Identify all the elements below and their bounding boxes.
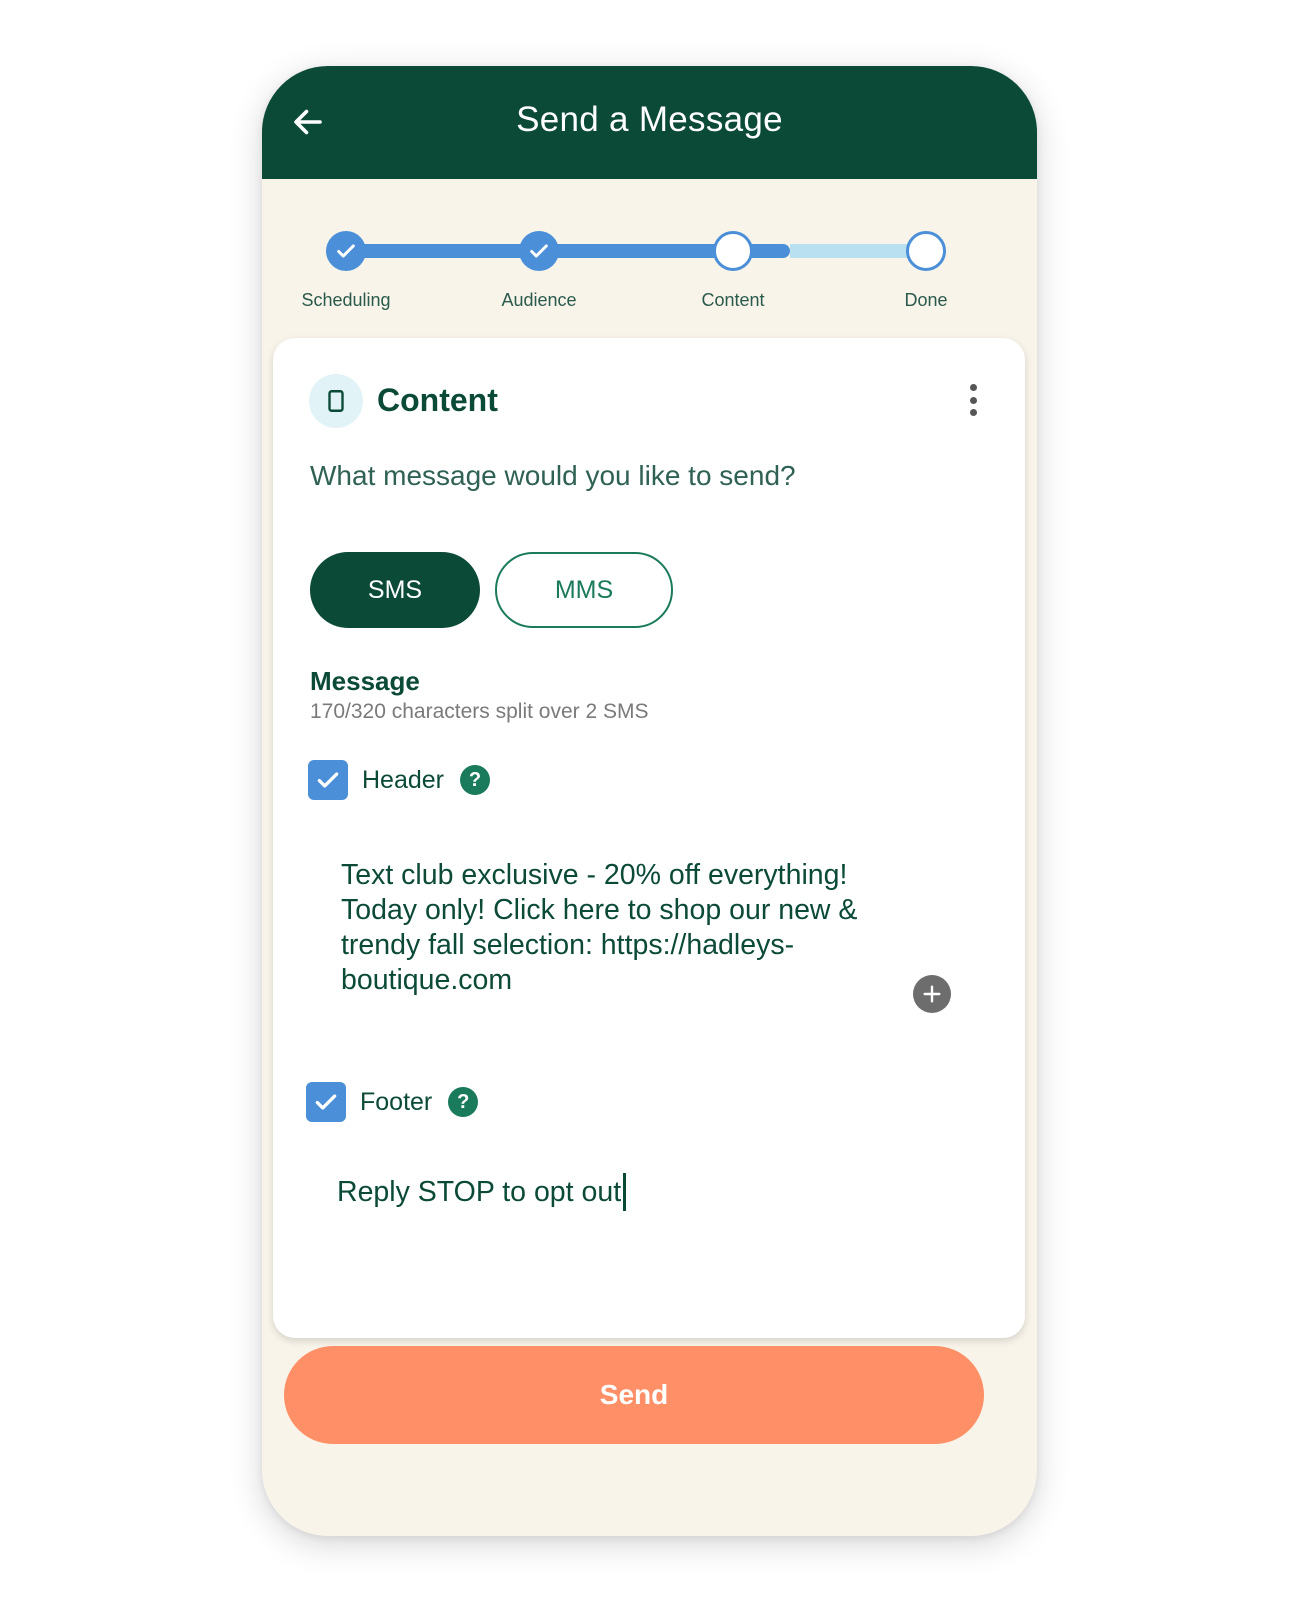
- footer-text-value: Reply STOP to opt out: [337, 1175, 622, 1208]
- header-help-icon[interactable]: ?: [460, 765, 490, 795]
- content-card: Content What message would you like to s…: [273, 338, 1025, 1338]
- sms-toggle-button[interactable]: SMS: [310, 552, 480, 628]
- footer-checkbox[interactable]: [306, 1082, 346, 1122]
- phone-frame: Send a Message Scheduling Audience Conte…: [262, 66, 1037, 1536]
- footer-text-input[interactable]: Reply STOP to opt out: [337, 1173, 627, 1211]
- text-caret: [623, 1173, 627, 1211]
- app-bar: Send a Message: [262, 66, 1037, 179]
- header-label: Header: [362, 765, 444, 794]
- check-icon: [530, 244, 548, 258]
- more-vertical-icon[interactable]: [961, 378, 985, 422]
- message-label: Message: [310, 666, 420, 696]
- card-icon-badge: [309, 374, 363, 428]
- header-row: Header ?: [308, 760, 490, 800]
- footer-help-icon[interactable]: ?: [448, 1087, 479, 1117]
- step-audience-node[interactable]: [519, 231, 559, 271]
- check-icon: [317, 772, 339, 788]
- message-question: What message would you like to send?: [310, 460, 796, 491]
- plus-circle-icon[interactable]: [913, 975, 951, 1013]
- footer-row: Footer ?: [306, 1082, 479, 1122]
- step-scheduling-node[interactable]: [326, 231, 366, 271]
- check-icon: [337, 244, 355, 258]
- step-label-audience: Audience: [501, 290, 577, 310]
- step-content-node[interactable]: [713, 231, 753, 271]
- footer-label: Footer: [360, 1087, 433, 1116]
- send-button[interactable]: Send: [284, 1346, 984, 1444]
- step-label-scheduling: Scheduling: [301, 290, 391, 310]
- step-label-content: Content: [701, 290, 765, 310]
- message-body-input[interactable]: Text club exclusive - 20% off everything…: [341, 858, 861, 998]
- character-count: 170/320 characters split over 2 SMS: [310, 700, 649, 723]
- step-done-node[interactable]: [906, 231, 946, 271]
- step-label-done: Done: [904, 290, 948, 310]
- card-title: Content: [377, 382, 498, 418]
- mobile-phone-icon: [328, 390, 344, 412]
- page-title: Send a Message: [516, 100, 783, 139]
- header-checkbox[interactable]: [308, 760, 348, 800]
- mms-toggle-button[interactable]: MMS: [495, 552, 673, 628]
- check-icon: [315, 1094, 337, 1110]
